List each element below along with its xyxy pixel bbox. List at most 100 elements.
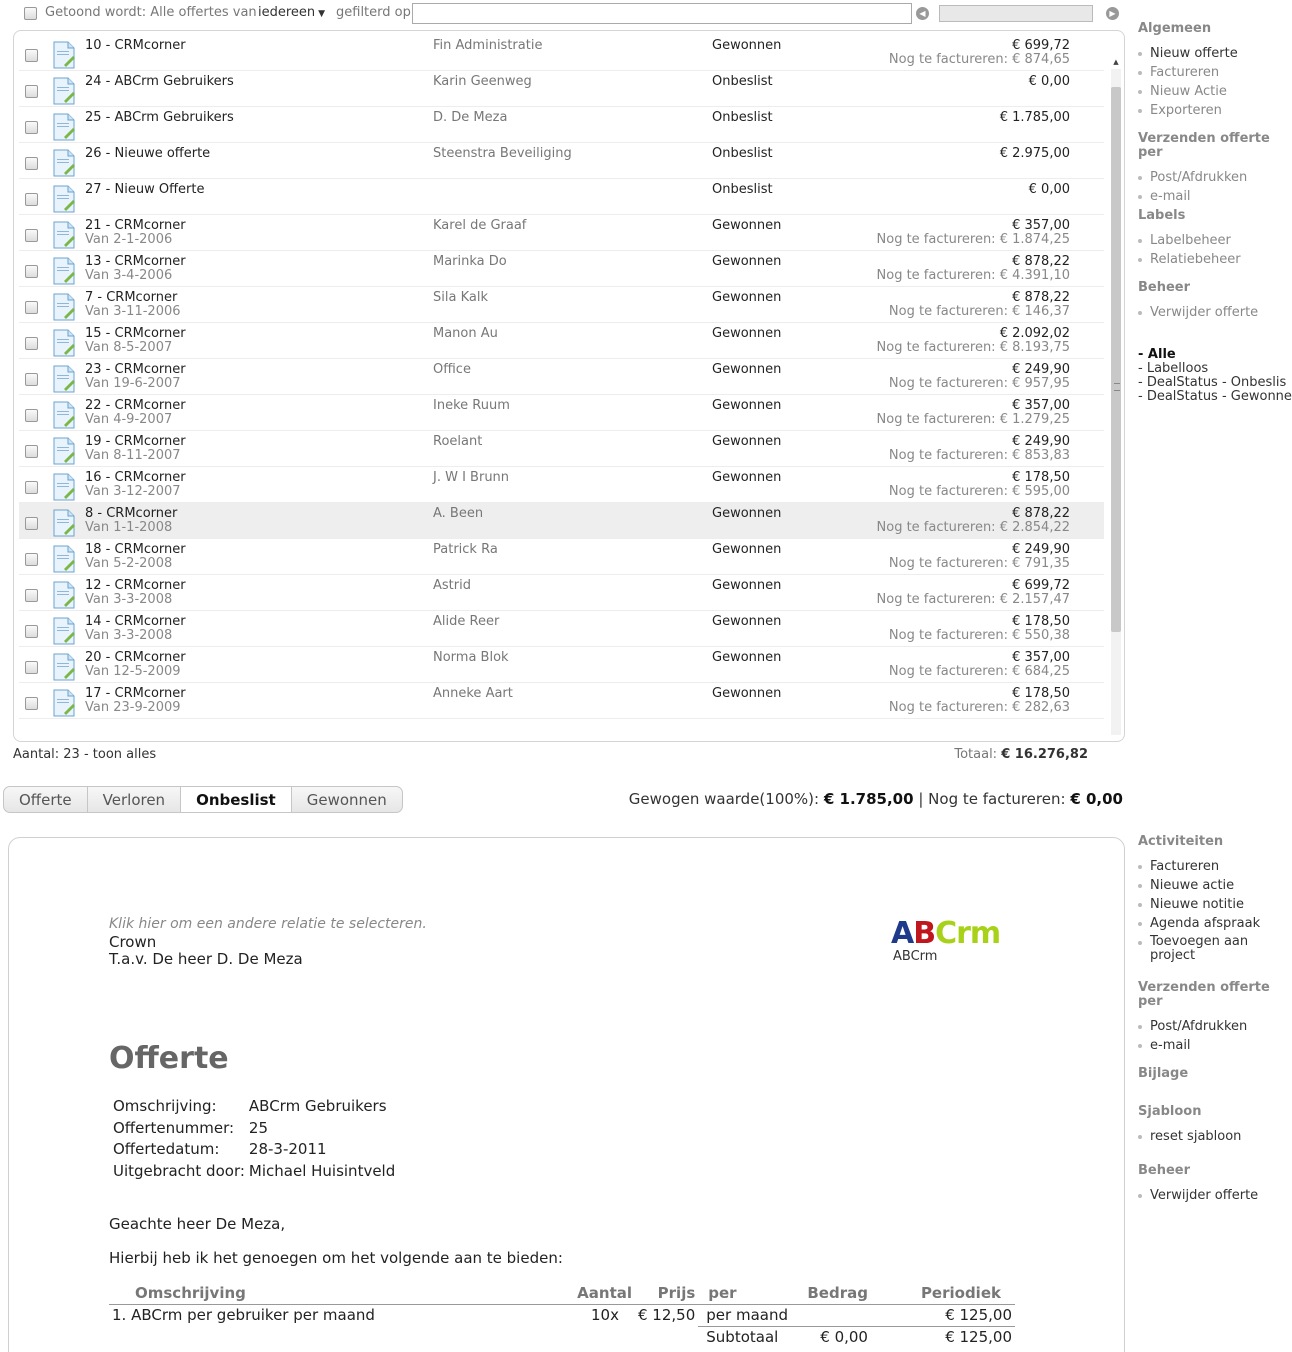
- offer-title[interactable]: 10 - CRMcorner: [85, 38, 186, 53]
- row-checkbox[interactable]: [25, 445, 38, 458]
- offer-row[interactable]: 25 - ABCrm Gebruikers D. De Meza Onbeslist…: [19, 107, 1104, 143]
- label-filter-onbeslist[interactable]: - DealStatus - Onbeslis: [1138, 376, 1292, 390]
- row-checkbox[interactable]: [25, 373, 38, 386]
- tab-offerte[interactable]: Offerte: [4, 787, 88, 812]
- offer-title[interactable]: 25 - ABCrm Gebruikers: [85, 110, 234, 125]
- row-checkbox[interactable]: [25, 625, 38, 638]
- offer-row[interactable]: 21 - CRMcorner Van 2-1-2006 Karel de Graaf…: [19, 215, 1104, 251]
- offer-title[interactable]: 26 - Nieuwe offerte: [85, 146, 210, 161]
- offer-count-link[interactable]: Aantal: 23 - toon alles: [13, 747, 156, 762]
- offer-row-partial[interactable]: [19, 719, 1104, 733]
- offer-row[interactable]: 15 - CRMcorner Van 8-5-2007 Manon Au Gewonn…: [19, 323, 1104, 359]
- offer-row[interactable]: 26 - Nieuwe offerte Steenstra Beveiliging…: [19, 143, 1104, 179]
- offer-document-icon[interactable]: [52, 581, 76, 609]
- sidebar-item-email[interactable]: e-mail: [1138, 1036, 1292, 1055]
- arrow-left-icon[interactable]: ◀: [916, 7, 929, 20]
- row-checkbox[interactable]: [25, 193, 38, 206]
- offer-title[interactable]: 16 - CRMcorner: [85, 470, 186, 485]
- offer-title[interactable]: 20 - CRMcorner: [85, 650, 186, 665]
- offer-row[interactable]: 17 - CRMcorner Van 23-9-2009 Anneke Aart Ge…: [19, 683, 1104, 719]
- tab-gewonnen[interactable]: Gewonnen: [292, 787, 402, 812]
- sidebar-item-verwijder-offerte[interactable]: Verwijder offerte: [1138, 303, 1292, 322]
- offer-document-icon[interactable]: [52, 221, 76, 249]
- offer-document-icon[interactable]: [52, 401, 76, 429]
- sidebar-item-agenda-afspraak[interactable]: Agenda afspraak: [1138, 914, 1292, 933]
- sidebar-item-email[interactable]: e-mail: [1138, 187, 1292, 206]
- offer-row[interactable]: 7 - CRMcorner Van 3-11-2006 Sila Kalk Gewon…: [19, 287, 1104, 323]
- sidebar-item-post-afdrukken[interactable]: Post/Afdrukken: [1138, 1017, 1292, 1036]
- offer-document-icon[interactable]: [52, 689, 76, 717]
- offer-row[interactable]: 23 - CRMcorner Van 19-6-2007 Office Gewonne…: [19, 359, 1104, 395]
- row-checkbox[interactable]: [25, 409, 38, 422]
- row-checkbox[interactable]: [25, 49, 38, 62]
- offer-title[interactable]: 17 - CRMcorner: [85, 686, 186, 701]
- row-checkbox[interactable]: [25, 553, 38, 566]
- offer-title[interactable]: 23 - CRMcorner: [85, 362, 186, 377]
- owner-dropdown[interactable]: iedereen ▼: [258, 5, 325, 20]
- offer-document-icon[interactable]: [52, 365, 76, 393]
- offer-document-icon[interactable]: [52, 185, 76, 213]
- tab-verloren[interactable]: Verloren: [88, 787, 182, 812]
- label-filter-gewonnen[interactable]: - DealStatus - Gewonne: [1138, 390, 1292, 404]
- label-filter-alle[interactable]: - Alle: [1138, 348, 1292, 362]
- filter-input[interactable]: [412, 3, 912, 24]
- row-checkbox[interactable]: [25, 265, 38, 278]
- arrow-right-icon[interactable]: ▶: [1106, 7, 1119, 20]
- offer-title[interactable]: 21 - CRMcorner: [85, 218, 186, 233]
- sidebar-item-nieuwe-notitie[interactable]: Nieuwe notitie: [1138, 895, 1292, 914]
- row-checkbox[interactable]: [25, 121, 38, 134]
- sidebar-item-reset-sjabloon[interactable]: reset sjabloon: [1138, 1127, 1292, 1146]
- sidebar-item-factureren[interactable]: Factureren: [1138, 857, 1292, 876]
- row-checkbox[interactable]: [25, 337, 38, 350]
- offer-document-icon[interactable]: [52, 257, 76, 285]
- offer-document-icon[interactable]: [52, 329, 76, 357]
- scroll-thumb[interactable]: [1111, 87, 1121, 632]
- offer-row[interactable]: 12 - CRMcorner Van 3-3-2008 Astrid Gewonnen…: [19, 575, 1104, 611]
- row-checkbox[interactable]: [25, 85, 38, 98]
- sidebar-item-relatiebeheer[interactable]: Relatiebeheer: [1138, 250, 1292, 269]
- offer-title[interactable]: 7 - CRMcorner: [85, 290, 177, 305]
- offer-document-icon[interactable]: [52, 509, 76, 537]
- sidebar-item-nieuw-offerte[interactable]: Nieuw offerte: [1138, 44, 1292, 63]
- offer-document-icon[interactable]: [52, 437, 76, 465]
- offer-title[interactable]: 19 - CRMcorner: [85, 434, 186, 449]
- offer-title[interactable]: 15 - CRMcorner: [85, 326, 186, 341]
- sidebar-item-post-afdrukken[interactable]: Post/Afdrukken: [1138, 168, 1292, 187]
- offer-title[interactable]: 24 - ABCrm Gebruikers: [85, 74, 234, 89]
- offer-document-icon[interactable]: [52, 617, 76, 645]
- scroll-up-icon[interactable]: ▲: [1111, 57, 1121, 67]
- sidebar-item-toevoegen-aan-project[interactable]: Toevoegen aan project: [1138, 933, 1292, 963]
- offer-document-icon[interactable]: [52, 293, 76, 321]
- offer-title[interactable]: 8 - CRMcorner: [85, 506, 177, 521]
- offer-document-icon[interactable]: [52, 545, 76, 573]
- tab-onbeslist[interactable]: Onbeslist: [181, 787, 292, 812]
- sidebar-item-nieuwe-actie[interactable]: Nieuwe actie: [1138, 876, 1292, 895]
- offer-title[interactable]: 12 - CRMcorner: [85, 578, 186, 593]
- offer-document-icon[interactable]: [52, 41, 76, 69]
- row-checkbox[interactable]: [25, 301, 38, 314]
- row-checkbox[interactable]: [25, 157, 38, 170]
- row-checkbox[interactable]: [25, 229, 38, 242]
- offer-row[interactable]: 19 - CRMcorner Van 8-11-2007 Roelant Gewonn…: [19, 431, 1104, 467]
- pager-field[interactable]: [939, 5, 1093, 22]
- offer-title[interactable]: 13 - CRMcorner: [85, 254, 186, 269]
- select-all-checkbox[interactable]: [24, 7, 37, 20]
- offer-document-icon[interactable]: [52, 77, 76, 105]
- row-checkbox[interactable]: [25, 481, 38, 494]
- sidebar-item-verwijder-offerte[interactable]: Verwijder offerte: [1138, 1186, 1292, 1205]
- offer-row[interactable]: 10 - CRMcorner Fin Administratie Gewonnen €…: [19, 35, 1104, 71]
- offer-row[interactable]: 18 - CRMcorner Van 5-2-2008 Patrick Ra Gewo…: [19, 539, 1104, 575]
- offer-row[interactable]: 13 - CRMcorner Van 3-4-2006 Marinka Do Gewo…: [19, 251, 1104, 287]
- offer-title[interactable]: 22 - CRMcorner: [85, 398, 186, 413]
- offer-document-icon[interactable]: [52, 149, 76, 177]
- row-checkbox[interactable]: [25, 589, 38, 602]
- row-checkbox[interactable]: [25, 517, 38, 530]
- offer-document-icon[interactable]: [52, 113, 76, 141]
- offer-document-icon[interactable]: [52, 653, 76, 681]
- row-checkbox[interactable]: [25, 661, 38, 674]
- sidebar-heading-bijlage[interactable]: Bijlage: [1138, 1067, 1292, 1081]
- label-filter-labelloos[interactable]: - Labelloos: [1138, 362, 1292, 376]
- offer-row[interactable]: 20 - CRMcorner Van 12-5-2009 Norma Blok Gew…: [19, 647, 1104, 683]
- offer-row[interactable]: 27 - Nieuw Offerte Onbeslist € 0,00: [19, 179, 1104, 215]
- offer-row[interactable]: 8 - CRMcorner Van 1-1-2008 A. Been Gewonnen…: [19, 503, 1104, 539]
